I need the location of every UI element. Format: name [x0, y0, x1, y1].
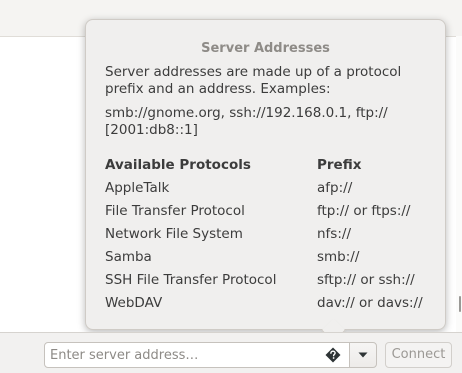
protocol-name: Samba	[105, 249, 152, 265]
protocol-name: SSH File Transfer Protocol	[105, 272, 277, 288]
protocol-prefix: nfs://	[317, 226, 351, 242]
prefix-column-header: Prefix	[317, 157, 362, 173]
protocol-name: WebDAV	[105, 295, 163, 311]
triangle-down-icon	[358, 352, 368, 358]
connect-button[interactable]: Connect	[385, 342, 452, 368]
description-line-2: prefix and an address. Examples:	[105, 81, 331, 97]
examples-line-1: smb://gnome.org, ssh://192.168.0.1, ftp:…	[105, 105, 388, 121]
content-edge	[456, 36, 462, 332]
server-addresses-popover: Server Addresses Server addresses are ma…	[85, 19, 446, 330]
protocol-name: Network File System	[105, 226, 243, 242]
connect-bar: Connect	[0, 332, 462, 373]
protocol-name: AppleTalk	[105, 180, 170, 196]
scrollbar-thumb[interactable]	[459, 296, 461, 312]
examples-line-2: [2001:db8::1]	[105, 122, 198, 138]
protocol-prefix: ftp:// or ftps://	[317, 203, 411, 219]
protocol-prefix: sftp:// or ssh://	[317, 272, 415, 288]
window: Server Addresses Server addresses are ma…	[0, 0, 462, 373]
question-diamond-icon[interactable]	[325, 347, 341, 363]
protocols-column-header: Available Protocols	[105, 157, 251, 173]
description-line-1: Server addresses are made up of a protoc…	[105, 64, 402, 80]
protocol-name: File Transfer Protocol	[105, 203, 245, 219]
server-address-input[interactable]	[44, 342, 350, 368]
protocol-prefix: dav:// or davs://	[317, 295, 423, 311]
protocol-prefix: afp://	[317, 180, 353, 196]
popover-title: Server Addresses	[201, 41, 330, 56]
recent-servers-dropdown-button[interactable]	[349, 342, 377, 368]
protocol-prefix: smb://	[317, 249, 360, 265]
